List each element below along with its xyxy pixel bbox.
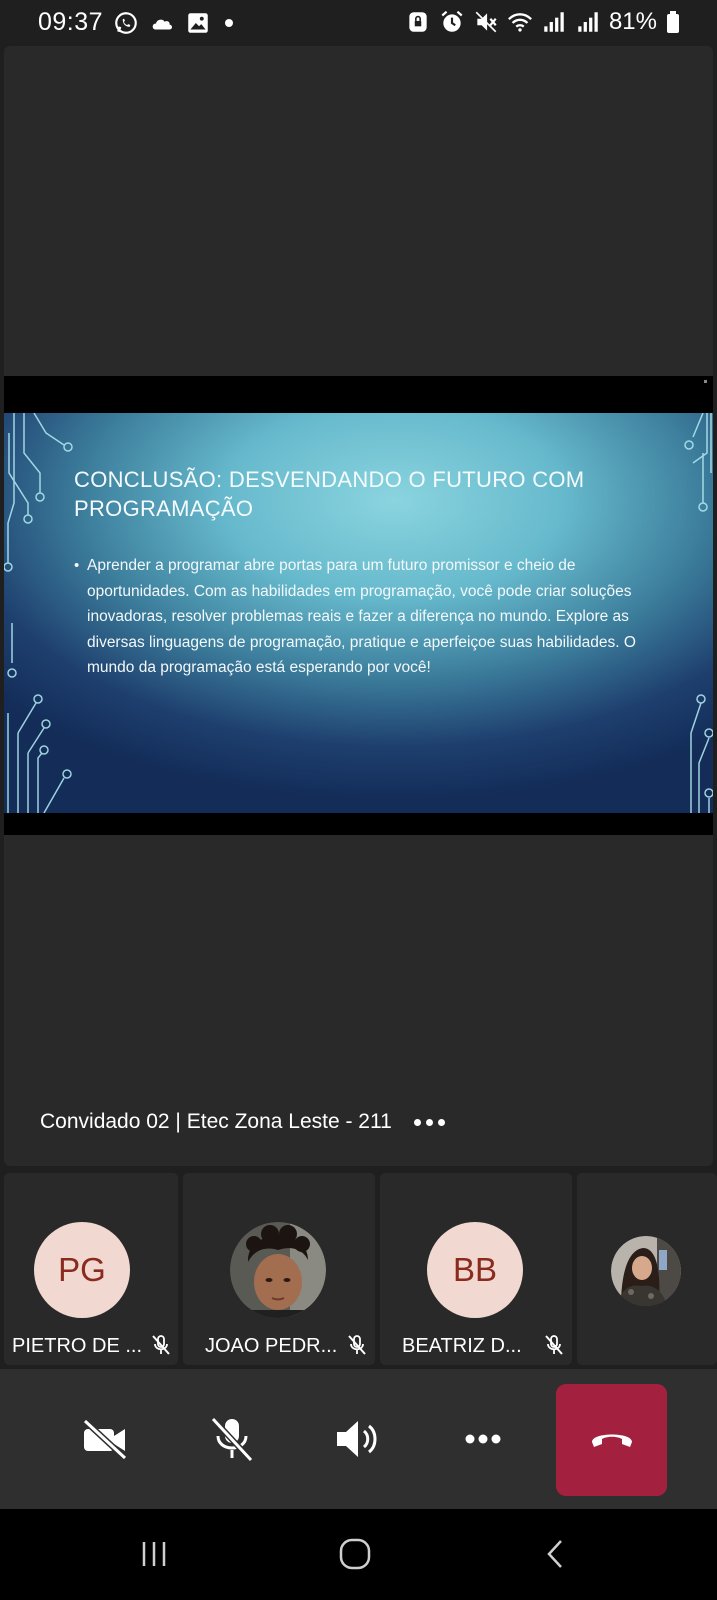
presentation-slide: CONCLUSÃO: DESVENDANDO O FUTURO COM PROG… [4, 413, 713, 813]
battery-percent: 81% [608, 8, 657, 35]
participant-name: JOAO PEDR... [205, 1335, 338, 1357]
alarm-icon [441, 10, 463, 32]
status-time: 09:37 [38, 8, 104, 36]
camera-toggle-button[interactable] [60, 1369, 150, 1509]
wifi-icon [507, 13, 532, 32]
back-icon [547, 1540, 562, 1568]
mic-off-icon [210, 1416, 254, 1463]
avatar: BB [427, 1222, 523, 1318]
participant-tile[interactable]: JOAO PEDR... [183, 1173, 375, 1365]
call-controls [0, 1369, 717, 1509]
signal-icon [578, 12, 598, 32]
lock-icon [409, 12, 427, 32]
more-options-button[interactable] [438, 1369, 528, 1509]
more-horizontal-icon[interactable] [413, 1118, 445, 1126]
more-horizontal-icon [465, 1434, 501, 1444]
participant-tile[interactable]: PG PIETRO DE ... [4, 1173, 178, 1365]
mute-icon [475, 11, 497, 33]
status-right: 81% [405, 8, 681, 36]
circuit-decoration-left [4, 413, 73, 813]
hang-up-button[interactable] [556, 1384, 667, 1496]
avatar [230, 1222, 326, 1318]
participant-tile[interactable]: BB BEATRIZ D... [380, 1173, 572, 1365]
slide-bullet: • [74, 557, 80, 574]
status-left: 09:37 [38, 8, 234, 37]
home-icon [339, 1538, 371, 1570]
slide-indicator-dot [704, 380, 707, 383]
whatsapp-icon [115, 11, 137, 34]
avatar [611, 1236, 681, 1306]
recents-button[interactable] [124, 1529, 184, 1579]
speaker-button[interactable] [312, 1369, 402, 1509]
gallery-icon [188, 12, 208, 33]
notification-dot-icon [225, 18, 234, 27]
signal-icon [544, 12, 564, 32]
recents-icon [142, 1542, 166, 1566]
presenter-bar: Convidado 02 | Etec Zona Leste - 211 [40, 1110, 445, 1134]
back-button[interactable] [526, 1529, 586, 1579]
mic-off-icon [348, 1335, 366, 1355]
slide-body: • Aprender a programar abre portas para … [74, 553, 644, 681]
participant-name: PIETRO DE ... [12, 1335, 143, 1357]
slide-title: CONCLUSÃO: DESVENDANDO O FUTURO COM PROG… [74, 467, 585, 521]
status-bar: 09:37 81% [0, 0, 717, 46]
mic-toggle-button[interactable] [187, 1369, 277, 1509]
hang-up-icon [591, 1434, 632, 1447]
screen-share[interactable]: CONCLUSÃO: DESVENDANDO O FUTURO COM PROG… [4, 376, 713, 835]
home-button[interactable] [325, 1529, 385, 1579]
mic-off-icon [152, 1335, 170, 1355]
camera-off-icon [82, 1418, 128, 1461]
participant-name: BEATRIZ D... [402, 1335, 522, 1357]
teams-call-screen: 09:37 81% CONCLUSÃO: DESVENDANDO O FUTUR… [0, 0, 717, 1600]
speaker-icon [337, 1421, 377, 1457]
participant-tile[interactable] [577, 1173, 717, 1365]
battery-icon [667, 11, 679, 33]
slide-body-text: Aprender a programar abre portas para um… [87, 557, 636, 676]
system-navigation-bar [0, 1509, 717, 1600]
avatar: PG [34, 1222, 130, 1318]
main-stage: CONCLUSÃO: DESVENDANDO O FUTURO COM PROG… [4, 46, 713, 1166]
presenter-name: Convidado 02 | Etec Zona Leste - 211 [40, 1110, 392, 1133]
participant-strip[interactable]: PG PIETRO DE ... JOAO PEDR... BB BEATRIZ… [0, 1173, 717, 1365]
mic-off-icon [545, 1335, 563, 1355]
cloud-icon [152, 19, 173, 29]
